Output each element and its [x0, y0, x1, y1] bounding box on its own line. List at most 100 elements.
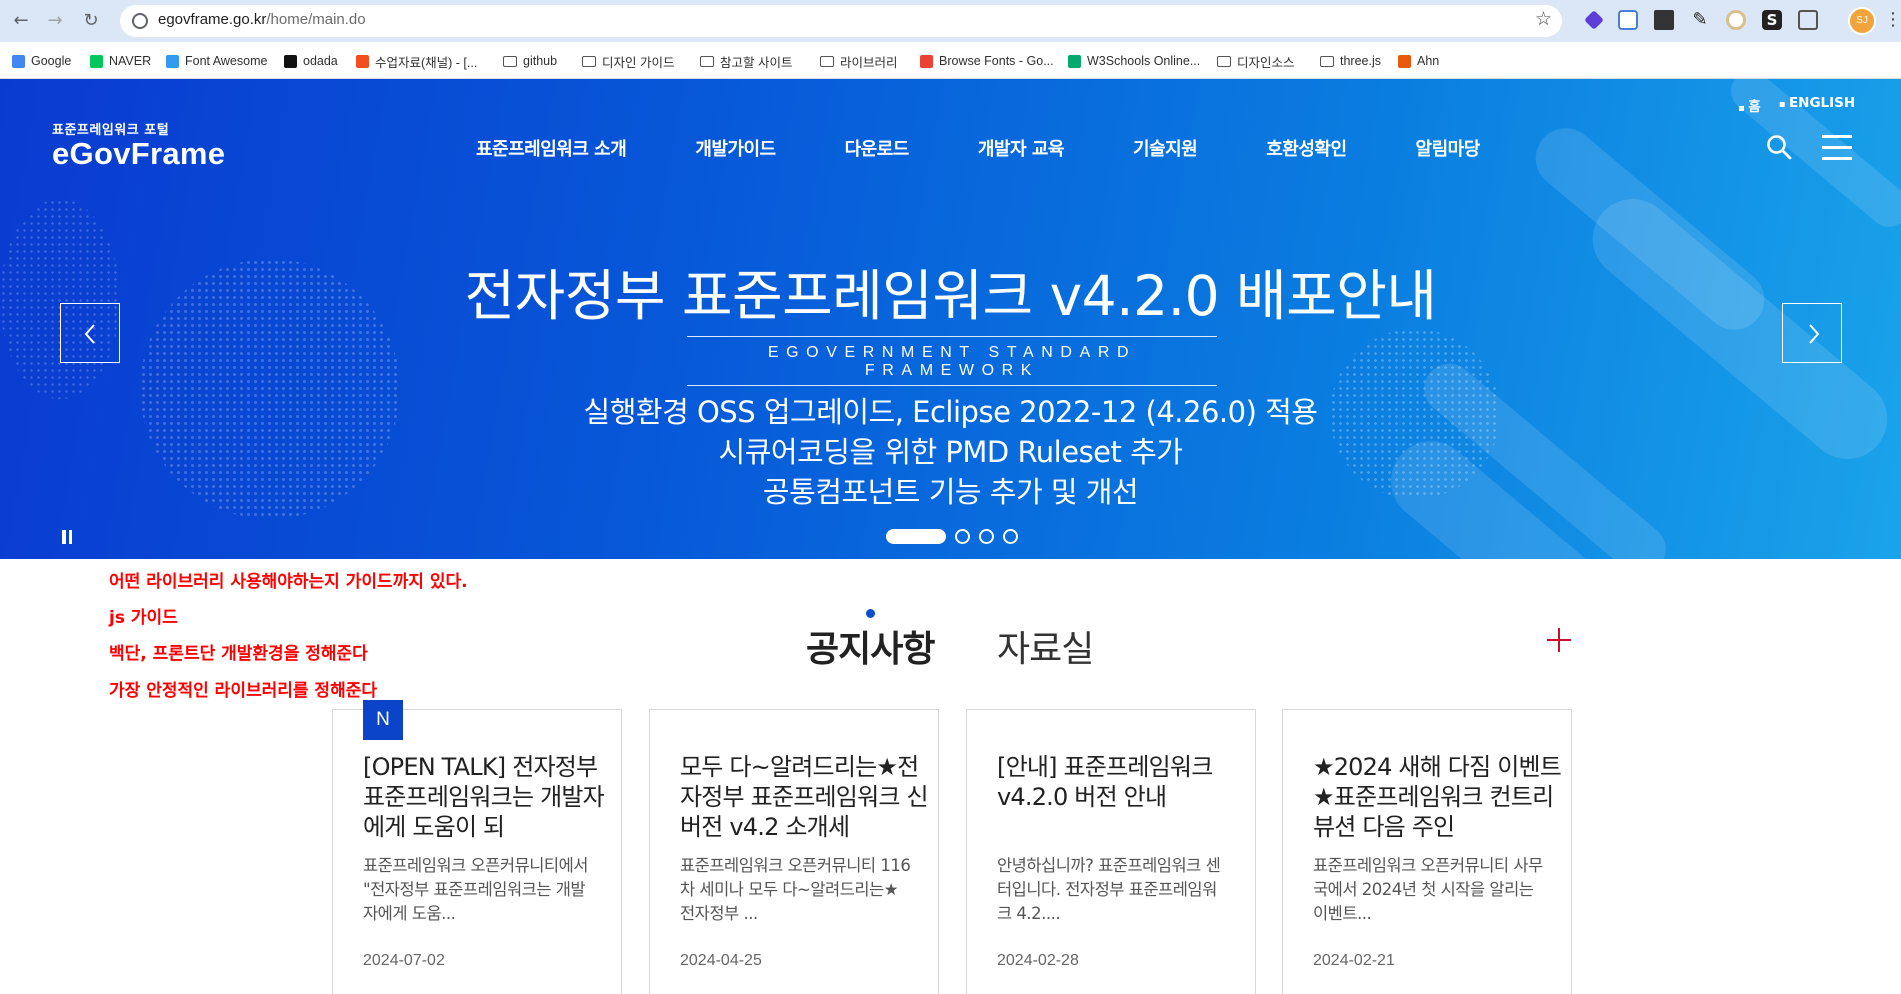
bookmark-label: Font Awesome: [185, 54, 268, 68]
ahn-icon: [1398, 54, 1411, 68]
more-plus-icon[interactable]: [1546, 627, 1572, 653]
bookmark-item[interactable]: odada: [284, 52, 338, 70]
site-info-icon[interactable]: [132, 13, 148, 29]
extension-window-icon[interactable]: [1618, 10, 1638, 30]
bookmark-item[interactable]: 라이브러리: [820, 52, 898, 70]
annotation-text: 가장 안정적인 라이브러리를 정해준다: [109, 681, 377, 701]
bookmark-item[interactable]: NAVER: [90, 52, 151, 70]
folder-icon: [1320, 55, 1334, 67]
bookmark-item[interactable]: 디자인 가이드: [582, 52, 674, 70]
google-icon: [12, 54, 25, 68]
nav-item-compatibility[interactable]: 호환성확인: [1266, 135, 1347, 161]
chevron-left-icon: [84, 324, 95, 344]
card-summary: 표준프레임워크 오픈커뮤니티 116차 세미나 모두 다~알려드리는★전자정부 …: [680, 856, 911, 923]
nav-item-tech-support[interactable]: 기술지원: [1133, 135, 1198, 161]
hero-title: 전자정부 표준프레임워크 v4.2.0 배포안내: [464, 264, 1437, 328]
url-path: /home/main.do: [266, 11, 366, 28]
nav-item-dev-guide[interactable]: 개발가이드: [695, 135, 776, 161]
bookmark-item[interactable]: W3Schools Online...: [1068, 52, 1200, 70]
site-logo[interactable]: 표준프레임워크 포털 eGovFrame: [52, 119, 225, 172]
bookmark-label: 수업자료(채널) - [...: [375, 55, 478, 70]
bookmark-item[interactable]: Google: [12, 52, 71, 70]
extension-s-icon[interactable]: S: [1762, 10, 1782, 30]
bookmark-item[interactable]: 참고할 사이트: [700, 52, 792, 70]
browser-menu-icon[interactable]: ⋮: [1884, 9, 1901, 30]
slide-indicator[interactable]: [1003, 529, 1018, 544]
bookmark-star-icon[interactable]: ☆: [1535, 8, 1552, 30]
extensions-puzzle-icon[interactable]: [1798, 10, 1818, 30]
hero-banner: 표준프레임워크 포털 eGovFrame 홈 ENGLISH 표준프레임워크 소…: [0, 79, 1901, 559]
profile-avatar[interactable]: SJ: [1848, 7, 1876, 35]
slide-indicators: [886, 529, 1018, 544]
notice-card[interactable]: N [OPEN TALK] 전자정부 표준프레임워크는 개발자에게 도움이 되 …: [332, 700, 622, 994]
eyedropper-icon[interactable]: ✎: [1690, 10, 1710, 30]
reload-icon[interactable]: ↻: [78, 8, 104, 34]
pause-icon[interactable]: [62, 529, 75, 548]
hero-subtitle: EGOVERNMENT STANDARD FRAMEWORK: [687, 336, 1217, 386]
bookmark-label: Google: [31, 54, 72, 68]
card-date: 2024-02-28: [997, 952, 1079, 969]
tab-data-room[interactable]: 자료실: [997, 620, 1094, 672]
folder-icon: [503, 55, 517, 67]
slide-indicator-active[interactable]: [886, 529, 946, 544]
bookmark-label: three.js: [1340, 54, 1381, 68]
extension-circle-icon[interactable]: [1726, 10, 1746, 30]
url-text[interactable]: egovframe.go.kr/home/main.do: [158, 11, 366, 28]
nav-item-download[interactable]: 다운로드: [845, 135, 910, 161]
bookmark-item[interactable]: 수업자료(채널) - [...: [356, 52, 477, 70]
notice-card[interactable]: ★2024 새해 다짐 이벤트★표준프레임워크 컨트리뷰션 다음 주인 표준프레…: [1282, 709, 1572, 994]
notice-card[interactable]: [안내] 표준프레임워크 v4.2.0 버전 안내 안녕하십니까? 표준프레임워…: [966, 709, 1256, 994]
bookmark-label: github: [523, 54, 558, 68]
bookmark-label: W3Schools Online...: [1087, 54, 1201, 68]
card-title: [OPEN TALK] 전자정부 표준프레임워크는 개발자에게 도움이 되: [363, 753, 605, 841]
bookmark-item[interactable]: 디자인소스: [1217, 52, 1295, 70]
english-link[interactable]: ENGLISH: [1779, 95, 1855, 115]
bookmark-item[interactable]: Font Awesome: [166, 52, 267, 70]
naver-icon: [90, 54, 103, 68]
forward-arrow-icon[interactable]: →: [42, 8, 68, 34]
card-summary: 표준프레임워크 오픈커뮤니티 사무국에서 2024년 첫 시작을 알리는 이벤트…: [1313, 856, 1543, 923]
nav-item-intro[interactable]: 표준프레임워크 소개: [476, 135, 627, 161]
odada-icon: [284, 54, 297, 68]
google-fonts-icon: [920, 54, 933, 68]
back-arrow-icon[interactable]: ←: [8, 8, 34, 34]
extension-grid-icon[interactable]: [1654, 10, 1674, 30]
extension-diamond-icon[interactable]: [1584, 10, 1604, 30]
flag-icon: [166, 54, 179, 68]
folder-icon: [700, 55, 714, 67]
hamburger-menu-icon[interactable]: [1822, 135, 1852, 160]
utility-links: 홈 ENGLISH: [1738, 95, 1855, 115]
chevron-right-icon: [1809, 324, 1820, 344]
bookmark-label: 디자인 가이드: [602, 55, 675, 70]
address-bar[interactable]: egovframe.go.kr/home/main.do ☆: [120, 5, 1562, 37]
card-summary: 안녕하십니까? 표준프레임워크 센터입니다. 전자정부 표준프레임워크 4.2.…: [997, 856, 1221, 923]
card-date: 2024-02-21: [1313, 952, 1395, 969]
figma-icon: [356, 54, 369, 68]
bookmark-item[interactable]: three.js: [1320, 52, 1381, 70]
annotation-text: js 가이드: [109, 608, 178, 628]
tab-notice[interactable]: 공지사항: [806, 620, 935, 672]
bookmark-label: Ahn: [1417, 54, 1440, 68]
hero-line-1: 실행환경 OSS 업그레이드, Eclipse 2022-12 (4.26.0)…: [583, 395, 1318, 429]
nav-item-education[interactable]: 개발자 교육: [978, 135, 1065, 161]
notice-card[interactable]: 모두 다~알려드리는★전자정부 표준프레임워크 신버전 v4.2 소개세 표준프…: [649, 709, 939, 994]
card-date: 2024-07-02: [363, 952, 445, 969]
nav-item-notice-board[interactable]: 알림마당: [1416, 135, 1481, 161]
bookmark-item[interactable]: Ahn: [1398, 52, 1439, 70]
folder-icon: [582, 55, 596, 67]
logo-title: eGovFrame: [52, 136, 226, 171]
slide-indicator[interactable]: [979, 529, 994, 544]
home-link[interactable]: 홈: [1738, 95, 1760, 115]
folder-icon: [1217, 55, 1231, 67]
next-slide-button[interactable]: [1782, 303, 1842, 363]
bookmark-item[interactable]: Browse Fonts - Go...: [920, 52, 1054, 70]
url-host: egovframe.go.kr: [158, 11, 267, 28]
prev-slide-button[interactable]: [60, 303, 120, 363]
slide-indicator[interactable]: [955, 529, 970, 544]
bookmark-item[interactable]: github: [503, 52, 557, 70]
search-icon[interactable]: [1766, 134, 1792, 160]
bookmark-label: NAVER: [109, 54, 152, 68]
bookmark-label: odada: [303, 54, 338, 68]
card-date: 2024-04-25: [680, 952, 762, 969]
new-badge: N: [363, 700, 403, 740]
